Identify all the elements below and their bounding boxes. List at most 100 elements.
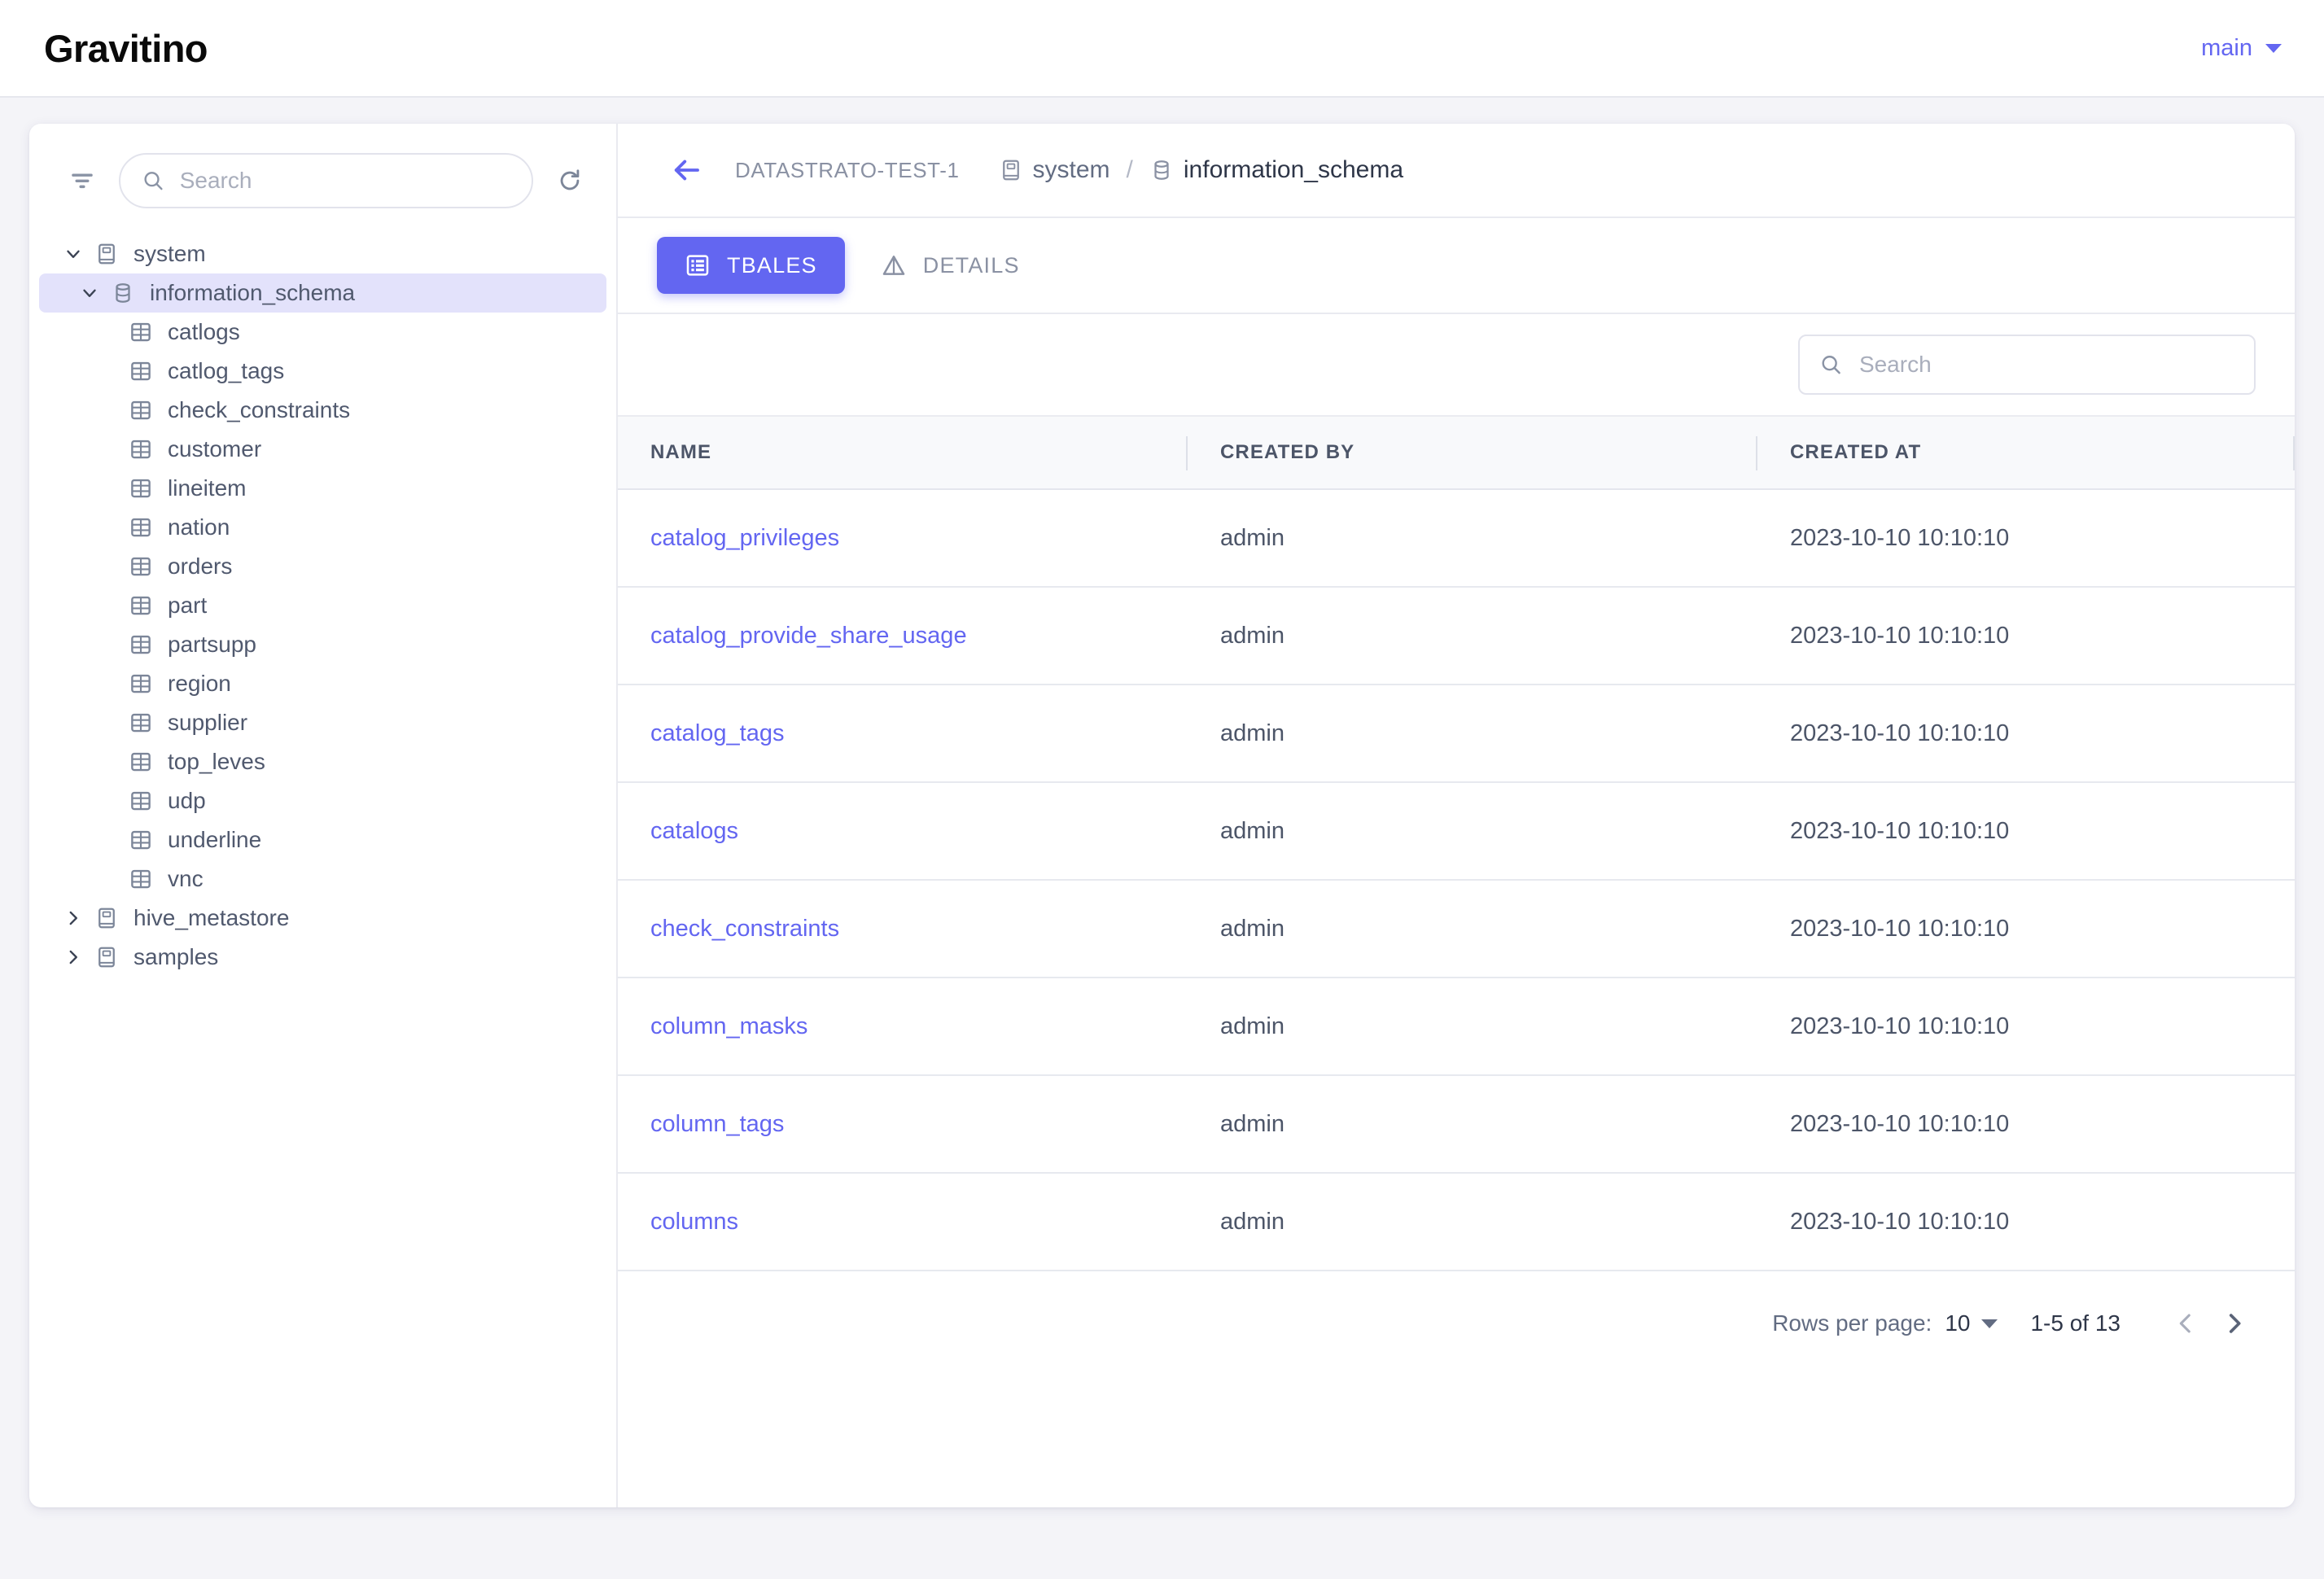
chevron-right-icon[interactable] <box>57 908 90 929</box>
tree-item-label: part <box>168 593 208 618</box>
schema-icon <box>106 281 140 305</box>
table-search[interactable] <box>1798 335 2256 395</box>
table-name-link[interactable]: column_tags <box>650 1111 784 1137</box>
table-search-input[interactable] <box>1858 352 2234 378</box>
table-icon <box>124 828 158 852</box>
breadcrumb-catalog-label: system <box>1032 156 1110 183</box>
tree-item-supplier[interactable]: supplier <box>39 703 606 742</box>
column-header-created-by[interactable]: CREATED BY <box>1188 415 1757 490</box>
column-header-created-at[interactable]: CREATED AT <box>1757 415 2295 490</box>
grid-header-row: NAME CREATED BY CREATED AT <box>618 415 2295 490</box>
branch-label: main <box>2201 34 2252 61</box>
table-icon <box>124 476 158 501</box>
column-header-created-by-label: CREATED BY <box>1220 441 1355 463</box>
previous-page-button[interactable] <box>2161 1299 2210 1348</box>
chevron-down-icon[interactable] <box>73 282 106 304</box>
rows-per-page-value[interactable]: 10 <box>1945 1310 1970 1336</box>
content-card: system information_schemacatlogs catlog_ta… <box>29 124 2295 1507</box>
cell-created-by: admin <box>1188 978 1757 1076</box>
breadcrumb-root[interactable]: DATASTRATO-TEST-1 <box>735 158 960 183</box>
chevron-right-icon[interactable] <box>57 947 90 968</box>
breadcrumb-catalog[interactable]: system <box>999 156 1110 184</box>
cell-created-at: 2023-10-10 10:10:10 <box>1757 880 2295 978</box>
tab-details[interactable]: DETAILS <box>853 237 1048 294</box>
table-icon <box>124 632 158 657</box>
tree-item-catlogs[interactable]: catlogs <box>39 313 606 352</box>
cell-created-at: 2023-10-10 10:10:10 <box>1757 489 2295 588</box>
next-page-button[interactable] <box>2210 1299 2259 1348</box>
tree-item-system[interactable]: system <box>39 234 606 273</box>
tree-item-top_leves[interactable]: top_leves <box>39 742 606 781</box>
filter-button[interactable] <box>60 159 104 203</box>
tree-item-customer[interactable]: customer <box>39 430 606 469</box>
column-divider[interactable] <box>2293 436 2295 470</box>
tree-item-label: underline <box>168 827 262 852</box>
tree-item-vnc[interactable]: vnc <box>39 859 606 899</box>
breadcrumb: DATASTRATO-TEST-1 system / information_s… <box>618 124 2295 218</box>
cell-created-by: admin <box>1188 685 1757 783</box>
branch-selector[interactable]: main <box>2201 35 2282 62</box>
chevron-down-icon[interactable] <box>57 243 90 265</box>
tree-item-label: vnc <box>168 866 204 891</box>
tree-item-hive_metastore[interactable]: hive_metastore <box>39 899 606 938</box>
table-row: column_masks admin 2023-10-10 10:10:10 <box>618 978 2295 1076</box>
table-name-link[interactable]: columns <box>650 1209 738 1235</box>
tree-item-lineitem[interactable]: lineitem <box>39 469 606 508</box>
table-icon <box>124 515 158 540</box>
table-row: columns admin 2023-10-10 10:10:10 <box>618 1173 2295 1271</box>
tables-grid: NAME CREATED BY CREATED AT catalog_privi… <box>618 415 2295 1271</box>
table-name-link[interactable]: catalog_tags <box>650 720 784 746</box>
tree-item-udp[interactable]: udp <box>39 781 606 820</box>
tree-item-part[interactable]: part <box>39 586 606 625</box>
table-name-link[interactable]: column_masks <box>650 1013 807 1039</box>
search-input[interactable] <box>179 168 510 194</box>
cell-created-at: 2023-10-10 10:10:10 <box>1757 978 2295 1076</box>
breadcrumb-schema[interactable]: information_schema <box>1149 156 1403 184</box>
column-header-name[interactable]: NAME <box>618 415 1188 490</box>
refresh-button[interactable] <box>548 159 592 203</box>
cell-name: column_tags <box>618 1075 1188 1174</box>
table-name-link[interactable]: catalogs <box>650 818 738 844</box>
tree-item-label: region <box>168 671 231 696</box>
back-button[interactable] <box>663 147 709 193</box>
column-header-name-label: NAME <box>650 441 712 463</box>
sidebar-toolbar <box>29 124 616 223</box>
chevron-left-icon <box>2179 1314 2191 1333</box>
table-toolbar <box>618 314 2295 415</box>
cell-name: catalog_provide_share_usage <box>618 587 1188 685</box>
tree-item-catlog_tags[interactable]: catlog_tags <box>39 352 606 391</box>
cell-created-at: 2023-10-10 10:10:10 <box>1757 1075 2295 1174</box>
table-row: catalog_privileges admin 2023-10-10 10:10:… <box>618 489 2295 588</box>
cell-created-by: admin <box>1188 1173 1757 1271</box>
cell-name: columns <box>618 1173 1188 1271</box>
list-icon <box>685 252 711 278</box>
tree-item-orders[interactable]: orders <box>39 547 606 586</box>
tree-item-nation[interactable]: nation <box>39 508 606 547</box>
tree-item-partsupp[interactable]: partsupp <box>39 625 606 664</box>
tree-item-check_constraints[interactable]: check_constraints <box>39 391 606 430</box>
cell-created-by: admin <box>1188 1075 1757 1174</box>
tree-item-underline[interactable]: underline <box>39 820 606 859</box>
triangle-icon <box>881 252 907 278</box>
table-name-link[interactable]: catalog_provide_share_usage <box>650 623 967 649</box>
tree-item-samples[interactable]: samples <box>39 938 606 977</box>
table-icon <box>124 398 158 422</box>
chevron-down-icon[interactable] <box>1981 1319 1998 1328</box>
grid-body: catalog_privileges admin 2023-10-10 10:10:… <box>618 489 2295 1271</box>
table-icon <box>124 359 158 383</box>
table-row: column_tags admin 2023-10-10 10:10:10 <box>618 1075 2295 1174</box>
cell-created-at: 2023-10-10 10:10:10 <box>1757 1173 2295 1271</box>
table-name-link[interactable]: catalog_privileges <box>650 525 839 551</box>
cell-created-at: 2023-10-10 10:10:10 <box>1757 587 2295 685</box>
tab-tables[interactable]: TBALES <box>657 237 845 294</box>
tree-item-label: hive_metastore <box>133 905 290 930</box>
cell-name: catalog_tags <box>618 685 1188 783</box>
tree-item-region[interactable]: region <box>39 664 606 703</box>
sidebar-search[interactable] <box>119 153 533 208</box>
chevron-down-icon <box>2265 43 2282 53</box>
tree-item-information_schema[interactable]: information_schema <box>39 273 606 313</box>
filter-icon <box>72 173 93 189</box>
tree-item-label: udp <box>168 788 206 813</box>
table-name-link[interactable]: check_constraints <box>650 916 839 942</box>
chevron-right-icon <box>2229 1314 2241 1333</box>
